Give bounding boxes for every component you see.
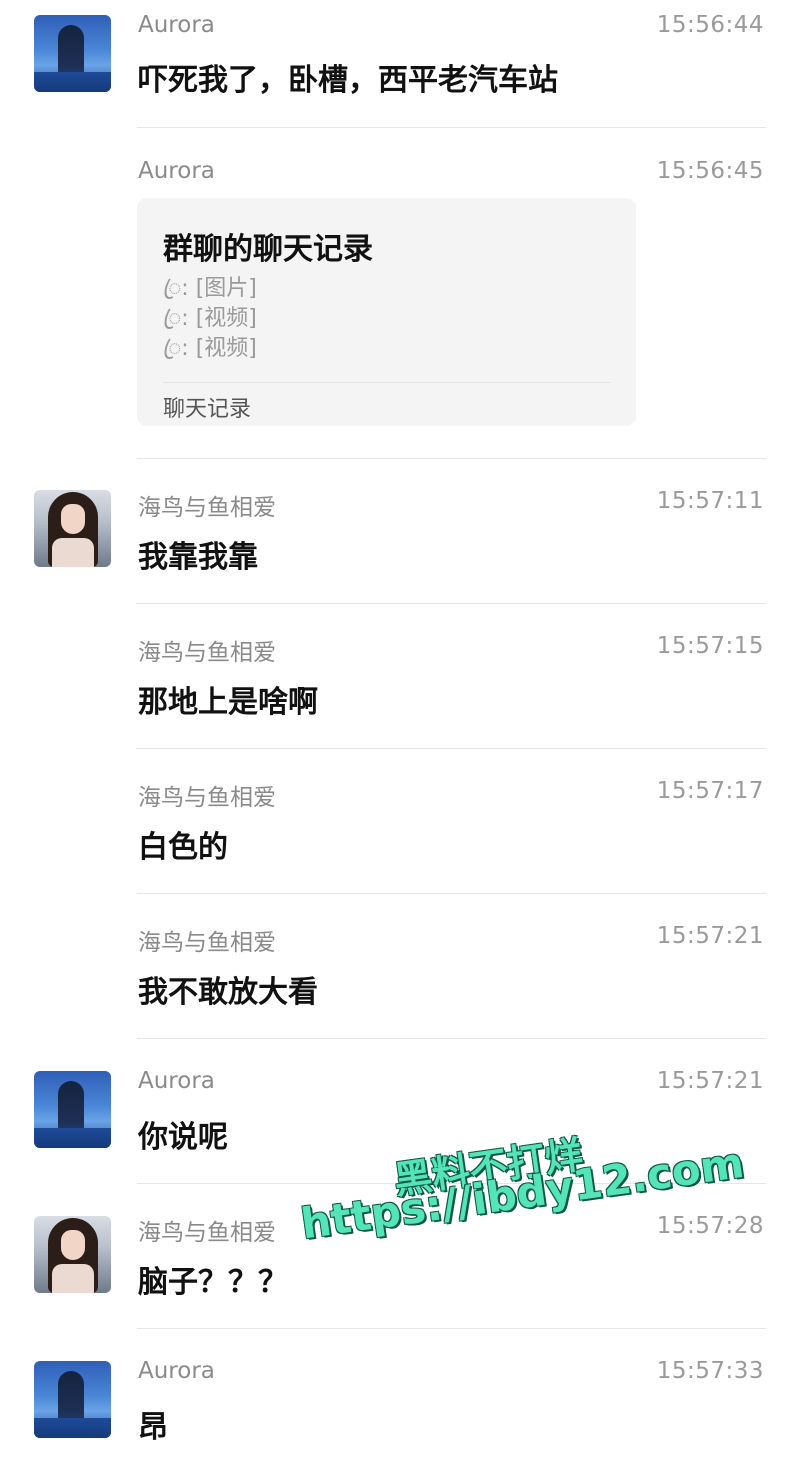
divider [137,603,766,604]
sender-avatar[interactable] [34,1361,111,1438]
divider [137,458,766,459]
sender-name: Aurora [138,1068,215,1094]
sender-avatar[interactable] [34,15,111,92]
message-text: 脑子？？？ [138,1265,288,1300]
message-time: 15:57:21 [656,1068,764,1094]
divider [137,748,766,749]
sender-avatar[interactable] [34,1071,111,1148]
message-time: 15:57:33 [656,1358,764,1384]
message-text: 吓死我了，卧槽，西平老汽车站 [138,63,558,98]
card-footer: 聊天记录 [163,397,252,422]
chat-record-card[interactable]: 群聊的聊天记录 ꦿ: [图片] ꦿ: [视频] ꦿ: [视频] 聊天记录 [137,198,636,426]
message-time: 15:56:44 [656,12,764,38]
message-time: 15:57:15 [656,633,764,659]
sender-name: 海鸟与鱼相爱 [138,930,276,956]
sender-avatar[interactable] [34,1216,111,1293]
message-time: 15:57:21 [656,923,764,949]
sender-name: Aurora [138,158,215,184]
divider [137,1328,766,1329]
sender-name: 海鸟与鱼相爱 [138,640,276,666]
sender-name: 海鸟与鱼相爱 [138,495,276,521]
message-time: 15:57:17 [656,778,764,804]
message-text: 那地上是啥啊 [138,685,318,720]
message-text: 昂 [138,1410,168,1445]
message-time: 15:56:45 [656,158,764,184]
sender-name: Aurora [138,1358,215,1384]
message-text: 白色的 [138,830,228,865]
card-divider [163,382,610,383]
sender-name: 海鸟与鱼相爱 [138,1220,276,1246]
divider [137,1038,766,1039]
card-line: ꦿ: [视频] [163,336,257,361]
sender-name: Aurora [138,12,215,38]
message-time: 15:57:28 [656,1213,764,1239]
message-text: 你说呢 [138,1120,228,1155]
sender-avatar[interactable] [34,490,111,567]
message-text: 我不敢放大看 [138,975,318,1010]
message-text: 我靠我靠 [138,540,258,575]
divider [137,893,766,894]
sender-name: 海鸟与鱼相爱 [138,785,276,811]
divider [137,127,766,128]
card-title: 群聊的聊天记录 [163,232,373,267]
message-time: 15:57:11 [656,488,764,514]
